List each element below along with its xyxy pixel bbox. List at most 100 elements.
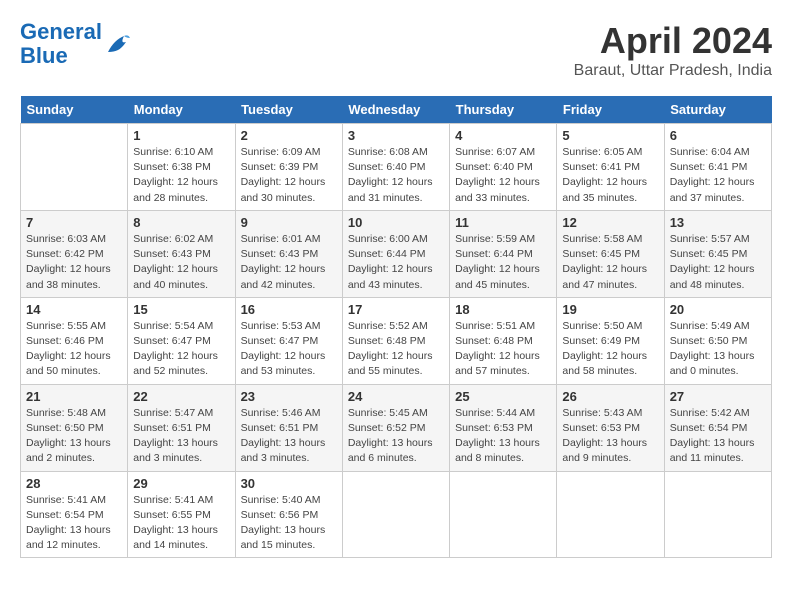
calendar-cell: 17Sunrise: 5:52 AM Sunset: 6:48 PM Dayli… [342, 297, 449, 384]
calendar-cell [21, 124, 128, 211]
logo-blue: Blue [20, 43, 68, 68]
day-number: 19 [562, 302, 658, 317]
day-info: Sunrise: 6:05 AM Sunset: 6:41 PM Dayligh… [562, 145, 658, 206]
calendar-cell: 28 Sunrise: 5:41 AM Sunset: 6:54 PM Dayli… [21, 471, 128, 558]
day-number: 15 [133, 302, 229, 317]
day-info: Sunrise: 6:01 AM Sunset: 6:43 PM Dayligh… [241, 232, 337, 293]
weekday-header-monday: Monday [128, 96, 235, 124]
weekday-header-saturday: Saturday [664, 96, 771, 124]
day-number: 2 [241, 128, 337, 143]
week-row-3: 14 Sunrise: 5:55 AM Sunset: 6:46 PM Dayli… [21, 297, 772, 384]
calendar-cell: 10Sunrise: 6:00 AM Sunset: 6:44 PM Dayli… [342, 210, 449, 297]
day-info: Sunrise: 6:09 AM Sunset: 6:39 PM Dayligh… [241, 145, 337, 206]
calendar-cell: 1Sunrise: 6:10 AM Sunset: 6:38 PM Daylig… [128, 124, 235, 211]
calendar-cell: 20 Sunrise: 5:49 AM Sunset: 6:50 PM Dayli… [664, 297, 771, 384]
calendar-cell: 7 Sunrise: 6:03 AM Sunset: 6:42 PM Daylig… [21, 210, 128, 297]
day-number: 3 [348, 128, 444, 143]
calendar-cell: 12 Sunrise: 5:58 AM Sunset: 6:45 PM Dayli… [557, 210, 664, 297]
page-header: General Blue April 2024 Baraut, Uttar Pr… [20, 20, 772, 80]
day-number: 10 [348, 215, 444, 230]
calendar-cell: 15 Sunrise: 5:54 AM Sunset: 6:47 PM Dayli… [128, 297, 235, 384]
day-number: 26 [562, 389, 658, 404]
week-row-2: 7 Sunrise: 6:03 AM Sunset: 6:42 PM Daylig… [21, 210, 772, 297]
day-info: Sunrise: 5:55 AM Sunset: 6:46 PM Dayligh… [26, 319, 122, 380]
day-info: Sunrise: 5:44 AM Sunset: 6:53 PM Dayligh… [455, 406, 551, 467]
calendar-cell: 14 Sunrise: 5:55 AM Sunset: 6:46 PM Dayli… [21, 297, 128, 384]
weekday-header-friday: Friday [557, 96, 664, 124]
day-number: 27 [670, 389, 766, 404]
weekday-header-tuesday: Tuesday [235, 96, 342, 124]
day-info: Sunrise: 5:46 AM Sunset: 6:51 PM Dayligh… [241, 406, 337, 467]
calendar-cell [450, 471, 557, 558]
day-info: Sunrise: 5:45 AM Sunset: 6:52 PM Dayligh… [348, 406, 444, 467]
calendar-cell: 5Sunrise: 6:05 AM Sunset: 6:41 PM Daylig… [557, 124, 664, 211]
day-number: 16 [241, 302, 337, 317]
calendar-cell: 11Sunrise: 5:59 AM Sunset: 6:44 PM Dayli… [450, 210, 557, 297]
day-number: 17 [348, 302, 444, 317]
day-number: 13 [670, 215, 766, 230]
weekday-header-row: SundayMondayTuesdayWednesdayThursdayFrid… [21, 96, 772, 124]
calendar-cell: 24 Sunrise: 5:45 AM Sunset: 6:52 PM Dayli… [342, 384, 449, 471]
calendar-cell: 27Sunrise: 5:42 AM Sunset: 6:54 PM Dayli… [664, 384, 771, 471]
day-number: 24 [348, 389, 444, 404]
calendar-cell: 8Sunrise: 6:02 AM Sunset: 6:43 PM Daylig… [128, 210, 235, 297]
calendar-cell: 4 Sunrise: 6:07 AM Sunset: 6:40 PM Daylig… [450, 124, 557, 211]
weekday-header-wednesday: Wednesday [342, 96, 449, 124]
calendar-cell [557, 471, 664, 558]
day-number: 9 [241, 215, 337, 230]
day-number: 22 [133, 389, 229, 404]
day-info: Sunrise: 5:48 AM Sunset: 6:50 PM Dayligh… [26, 406, 122, 467]
page-title: April 2024 [574, 20, 772, 62]
calendar-cell [664, 471, 771, 558]
logo: General Blue [20, 20, 132, 68]
day-info: Sunrise: 5:43 AM Sunset: 6:53 PM Dayligh… [562, 406, 658, 467]
day-info: Sunrise: 5:40 AM Sunset: 6:56 PM Dayligh… [241, 493, 337, 554]
page-subtitle: Baraut, Uttar Pradesh, India [574, 62, 772, 80]
logo-text: General Blue [20, 20, 102, 68]
calendar-cell: 6Sunrise: 6:04 AM Sunset: 6:41 PM Daylig… [664, 124, 771, 211]
week-row-1: 1Sunrise: 6:10 AM Sunset: 6:38 PM Daylig… [21, 124, 772, 211]
title-block: April 2024 Baraut, Uttar Pradesh, India [574, 20, 772, 80]
day-info: Sunrise: 6:08 AM Sunset: 6:40 PM Dayligh… [348, 145, 444, 206]
calendar-table: SundayMondayTuesdayWednesdayThursdayFrid… [20, 96, 772, 558]
day-number: 25 [455, 389, 551, 404]
day-info: Sunrise: 6:02 AM Sunset: 6:43 PM Dayligh… [133, 232, 229, 293]
day-number: 7 [26, 215, 122, 230]
day-number: 14 [26, 302, 122, 317]
day-number: 20 [670, 302, 766, 317]
calendar-cell: 18 Sunrise: 5:51 AM Sunset: 6:48 PM Dayli… [450, 297, 557, 384]
day-number: 6 [670, 128, 766, 143]
day-info: Sunrise: 5:59 AM Sunset: 6:44 PM Dayligh… [455, 232, 551, 293]
day-number: 30 [241, 476, 337, 491]
calendar-cell: 3 Sunrise: 6:08 AM Sunset: 6:40 PM Daylig… [342, 124, 449, 211]
calendar-cell: 26 Sunrise: 5:43 AM Sunset: 6:53 PM Dayli… [557, 384, 664, 471]
day-info: Sunrise: 5:41 AM Sunset: 6:54 PM Dayligh… [26, 493, 122, 554]
calendar-cell: 13 Sunrise: 5:57 AM Sunset: 6:45 PM Dayli… [664, 210, 771, 297]
day-info: Sunrise: 5:49 AM Sunset: 6:50 PM Dayligh… [670, 319, 766, 380]
day-number: 12 [562, 215, 658, 230]
day-info: Sunrise: 5:50 AM Sunset: 6:49 PM Dayligh… [562, 319, 658, 380]
logo-bird-icon [104, 32, 132, 56]
day-info: Sunrise: 5:41 AM Sunset: 6:55 PM Dayligh… [133, 493, 229, 554]
calendar-cell: 19 Sunrise: 5:50 AM Sunset: 6:49 PM Dayli… [557, 297, 664, 384]
day-info: Sunrise: 5:54 AM Sunset: 6:47 PM Dayligh… [133, 319, 229, 380]
day-number: 1 [133, 128, 229, 143]
calendar-cell: 21 Sunrise: 5:48 AM Sunset: 6:50 PM Dayli… [21, 384, 128, 471]
weekday-header-thursday: Thursday [450, 96, 557, 124]
day-number: 21 [26, 389, 122, 404]
calendar-cell: 16Sunrise: 5:53 AM Sunset: 6:47 PM Dayli… [235, 297, 342, 384]
day-number: 29 [133, 476, 229, 491]
day-info: Sunrise: 5:47 AM Sunset: 6:51 PM Dayligh… [133, 406, 229, 467]
week-row-5: 28 Sunrise: 5:41 AM Sunset: 6:54 PM Dayli… [21, 471, 772, 558]
day-info: Sunrise: 5:51 AM Sunset: 6:48 PM Dayligh… [455, 319, 551, 380]
day-info: Sunrise: 5:57 AM Sunset: 6:45 PM Dayligh… [670, 232, 766, 293]
calendar-cell: 2 Sunrise: 6:09 AM Sunset: 6:39 PM Daylig… [235, 124, 342, 211]
day-info: Sunrise: 6:07 AM Sunset: 6:40 PM Dayligh… [455, 145, 551, 206]
day-number: 28 [26, 476, 122, 491]
logo-general: General [20, 19, 102, 44]
day-info: Sunrise: 5:58 AM Sunset: 6:45 PM Dayligh… [562, 232, 658, 293]
day-info: Sunrise: 6:03 AM Sunset: 6:42 PM Dayligh… [26, 232, 122, 293]
day-number: 4 [455, 128, 551, 143]
calendar-cell: 9 Sunrise: 6:01 AM Sunset: 6:43 PM Daylig… [235, 210, 342, 297]
day-number: 18 [455, 302, 551, 317]
